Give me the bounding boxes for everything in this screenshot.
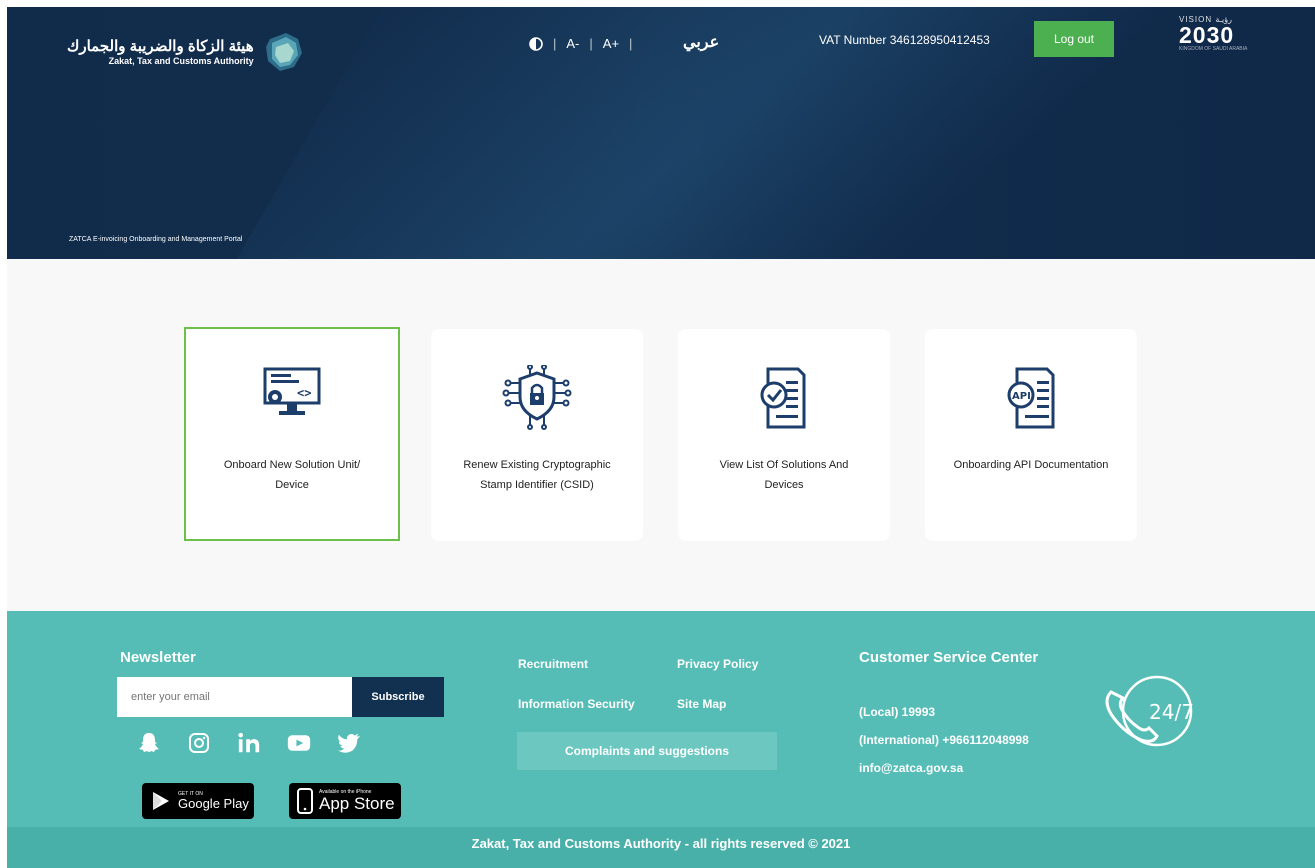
vision-year: 2030 xyxy=(1179,22,1235,48)
portal-page: هيئة الزكاة والضريبة والجمارك Zakat, Tax… xyxy=(7,7,1315,868)
card-label-line: Stamp Identifier (CSID) xyxy=(480,479,594,491)
portal-title: ZATCA E-invoicing Onboarding and Managem… xyxy=(69,236,243,243)
zatca-logo[interactable]: هيئة الزكاة والضريبة والجمارك Zakat, Tax… xyxy=(67,29,306,75)
card-label-line: Onboard New Solution Unit/ xyxy=(223,459,361,471)
card-label-line: Devices xyxy=(764,479,804,491)
complaints-suggestions-button[interactable]: Complaints and suggestions xyxy=(517,732,777,770)
vision-2030-logo: VISION رؤيـة 2030 KINGDOM OF SAUDI ARABI… xyxy=(1179,15,1259,52)
site-map-link[interactable]: Site Map xyxy=(677,697,726,711)
subscribe-button[interactable]: Subscribe xyxy=(352,677,444,717)
card-onboard-new-solution[interactable]: <> Onboard New Solution Unit/ Device xyxy=(184,327,400,541)
local-phone: (Local) 19993 xyxy=(859,705,936,719)
google-play-big-text: Google Play xyxy=(178,796,249,811)
vision-label: VISION رؤيـة xyxy=(1179,15,1232,24)
site-footer: Newsletter Subscribe xyxy=(7,611,1315,827)
font-decrease-button[interactable]: A- xyxy=(566,36,579,51)
document-check-icon xyxy=(760,367,806,429)
phone-support-247-icon: 24/7 xyxy=(1105,675,1194,747)
card-label-line: Onboarding API Documentation xyxy=(953,459,1109,471)
newsletter-title: Newsletter xyxy=(120,649,196,666)
newsletter-email-input[interactable] xyxy=(117,677,379,717)
card-renew-csid[interactable]: Renew Existing Cryptographic Stamp Ident… xyxy=(431,329,643,541)
recruitment-link[interactable]: Recruitment xyxy=(518,657,588,671)
app-store-big-text: App Store xyxy=(319,794,395,813)
card-label-line: Renew Existing Cryptographic xyxy=(463,459,611,471)
logo-arabic-name: هيئة الزكاة والضريبة والجمارك xyxy=(67,37,254,55)
contact-email[interactable]: info@zatca.gov.sa xyxy=(859,761,963,775)
saudi-map-emblem-icon xyxy=(265,33,302,71)
logo-english-name: Zakat, Tax and Customs Authority xyxy=(108,55,254,66)
customer-service-title: Customer Service Center xyxy=(859,649,1039,666)
iphone-icon xyxy=(297,788,313,814)
accessibility-tools: | A- | A+ | xyxy=(529,36,632,51)
font-increase-button[interactable]: A+ xyxy=(603,36,619,51)
privacy-policy-link[interactable]: Privacy Policy xyxy=(677,657,758,671)
card-label-line: Device xyxy=(275,479,309,491)
card-label-line: View List Of Solutions And xyxy=(719,459,849,471)
tool-separator: | xyxy=(589,36,593,51)
logout-button[interactable]: Log out xyxy=(1034,21,1114,57)
twitter-icon[interactable] xyxy=(337,731,361,755)
header-banner: هيئة الزكاة والضريبة والجمارك Zakat, Tax… xyxy=(7,7,1315,259)
vat-number: VAT Number 346128950412453 xyxy=(819,33,990,47)
app-store-badge[interactable]: Available on the iPhone App Store xyxy=(289,783,401,819)
svg-text:API: API xyxy=(1012,391,1031,402)
youtube-icon[interactable] xyxy=(287,731,311,755)
linkedin-icon[interactable] xyxy=(237,731,261,755)
google-play-icon xyxy=(153,792,169,810)
language-toggle-link[interactable]: عربي xyxy=(683,32,719,52)
svg-text:<>: <> xyxy=(297,386,311,400)
instagram-icon[interactable] xyxy=(187,731,211,755)
snapchat-icon[interactable] xyxy=(137,731,161,755)
tool-separator: | xyxy=(553,36,557,51)
information-security-link[interactable]: Information Security xyxy=(518,697,635,711)
tool-separator: | xyxy=(629,36,633,51)
copyright-bar: Zakat, Tax and Customs Authority - all r… xyxy=(7,827,1315,868)
social-links xyxy=(137,731,361,755)
card-view-solutions[interactable]: View List Of Solutions And Devices xyxy=(678,329,890,541)
google-play-badge[interactable]: GET IT ON Google Play xyxy=(142,783,254,819)
support-hours-text: 24/7 xyxy=(1149,700,1194,724)
international-phone: (International) +966112048998 xyxy=(859,733,1029,747)
monitor-code-icon: <> xyxy=(263,367,321,415)
card-api-documentation[interactable]: API Onboarding API Documentation xyxy=(925,329,1137,541)
service-cards: <> Onboard New Solution Unit/ Device Ren… xyxy=(184,327,1144,547)
contrast-icon[interactable] xyxy=(529,36,543,51)
shield-lock-circuit-icon xyxy=(502,365,572,430)
api-document-icon: API xyxy=(1007,367,1055,429)
vision-subtitle: KINGDOM OF SAUDI ARABIA xyxy=(1179,46,1248,52)
